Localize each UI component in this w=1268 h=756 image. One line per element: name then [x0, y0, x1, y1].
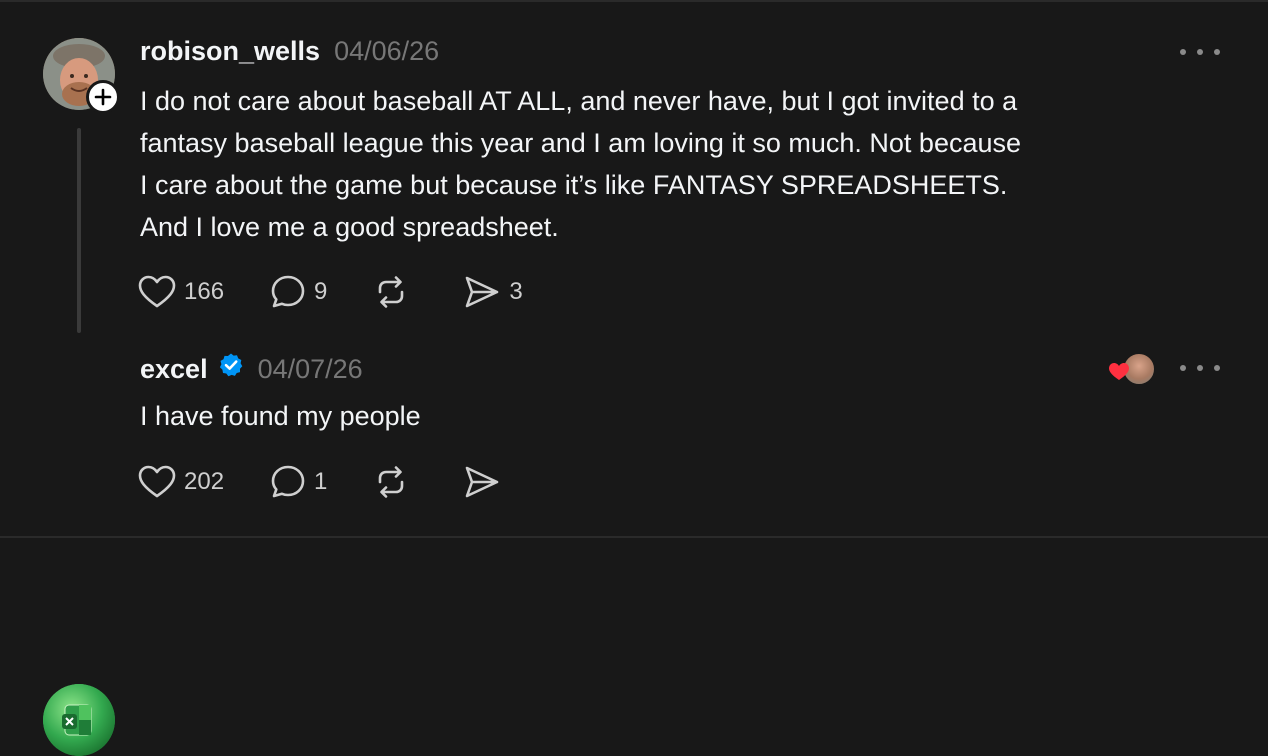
username-link[interactable]: robison_wells [140, 36, 320, 67]
like-count: 202 [184, 468, 225, 495]
post-header: robison_wells 04/06/26 [140, 36, 439, 67]
reply-button[interactable]: 9 [270, 274, 327, 310]
more-icon [1180, 365, 1186, 371]
reply-count: 9 [314, 278, 328, 305]
post-robison-wells: robison_wells 04/06/26 I do not care abo… [0, 2, 1268, 333]
more-options-button[interactable] [1180, 358, 1220, 378]
thread-container: robison_wells 04/06/26 I do not care abo… [0, 0, 1268, 756]
share-icon [466, 276, 499, 308]
post-text-line: And I love me a good spreadsheet. [140, 212, 559, 242]
share-button[interactable]: 3 [463, 274, 523, 310]
thread-connector-line [77, 128, 81, 333]
plus-icon [94, 88, 112, 106]
username-link[interactable]: excel [140, 354, 208, 385]
post-header: excel 04/07/26 [140, 352, 363, 385]
more-options-button[interactable] [1180, 42, 1220, 62]
share-button[interactable] [463, 464, 509, 500]
post-text-line: I have found my people [140, 401, 421, 431]
repost-icon [379, 276, 404, 308]
post-actions: 202 1 [138, 464, 555, 500]
repost-icon [379, 466, 404, 498]
like-count: 166 [184, 278, 225, 305]
like-button[interactable]: 166 [138, 275, 224, 309]
post-text-line: fantasy baseball league this year and I … [140, 128, 1022, 158]
comment-icon [271, 465, 305, 498]
post-text: I do not care about baseball AT ALL, and… [140, 80, 1150, 248]
follow-button[interactable] [86, 80, 120, 114]
post-date[interactable]: 04/06/26 [334, 36, 439, 67]
share-count: 3 [509, 278, 523, 305]
heart-icon [1109, 363, 1129, 380]
post-date[interactable]: 04/07/26 [258, 354, 363, 385]
post-text-line: I do not care about baseball AT ALL, and… [140, 86, 1018, 116]
liked-by-author-indicator [1108, 352, 1156, 386]
post-actions: 166 9 3 [138, 274, 569, 310]
share-icon [466, 466, 499, 498]
more-icon [1180, 49, 1186, 55]
heart-icon [138, 275, 176, 308]
reply-count: 1 [314, 468, 328, 495]
post-excel: excel 04/07/26 I have found my people 20… [0, 332, 1268, 756]
repost-button[interactable] [373, 274, 417, 310]
heart-icon [138, 465, 176, 498]
comment-icon [271, 275, 305, 308]
post-text-line: I care about the game but because it’s l… [140, 170, 1008, 200]
reply-button[interactable]: 1 [270, 464, 327, 500]
verified-icon [218, 352, 244, 378]
post-text: I have found my people [140, 395, 1150, 437]
like-button[interactable]: 202 [138, 465, 224, 499]
avatar[interactable] [43, 684, 115, 756]
repost-button[interactable] [373, 464, 417, 500]
